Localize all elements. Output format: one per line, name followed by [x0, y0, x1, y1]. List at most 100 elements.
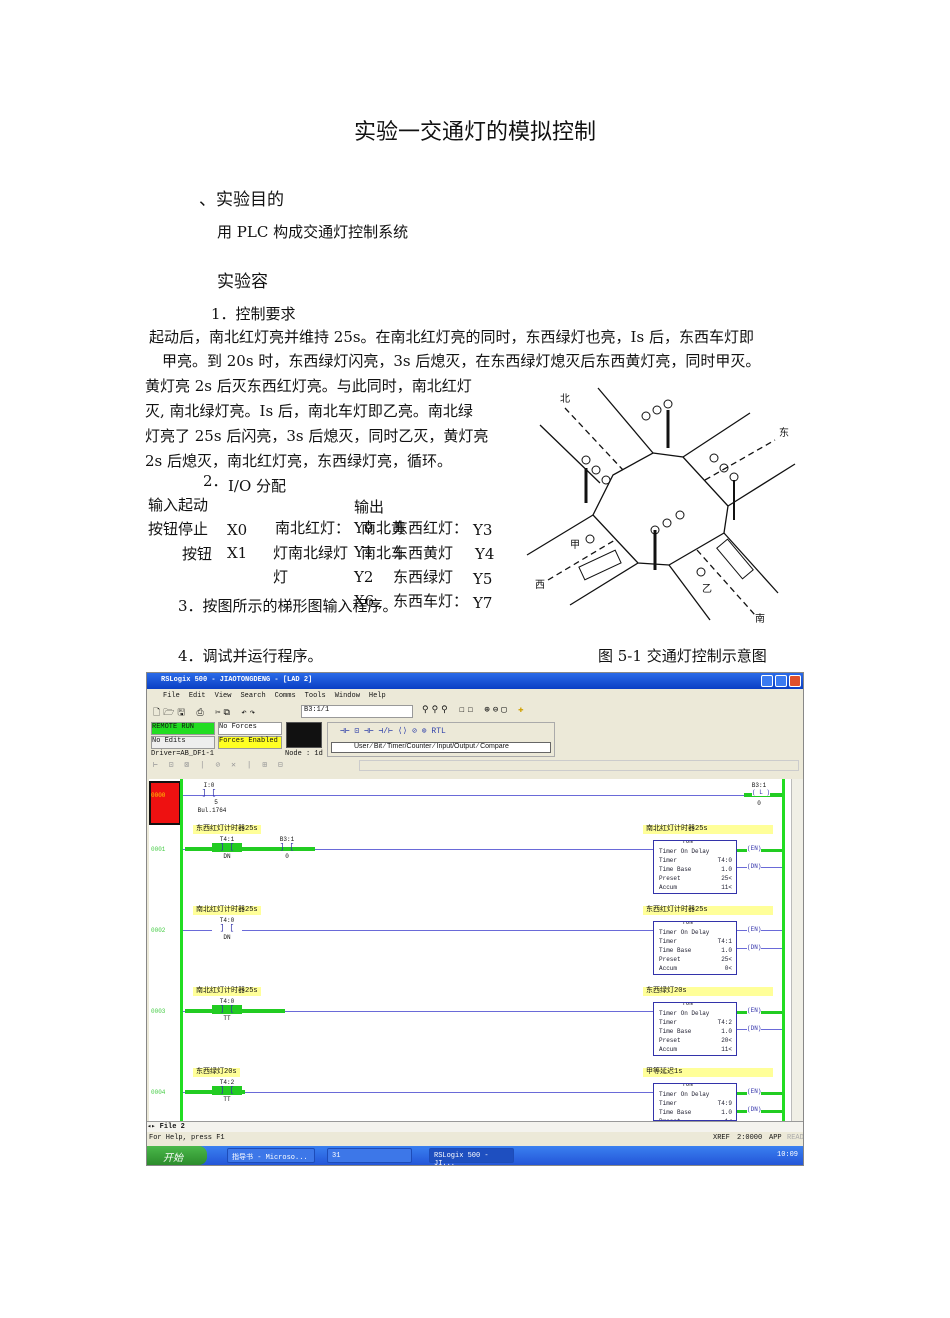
contact-symbol[interactable]: ] [ [212, 924, 242, 933]
ladder-view[interactable]: 0000 I:0 ] [ 5 Bul.1764 B3:1 ( L ) 0 000… [149, 779, 792, 1121]
ton-name: Timer On Delay [659, 1010, 710, 1017]
menu-search[interactable]: Search [240, 692, 265, 700]
ton-base-value: 1.0 [721, 1028, 732, 1035]
mode-indicator[interactable]: REMOTE RUN [151, 722, 215, 735]
io-x0: X0 [227, 521, 248, 539]
menu-tools[interactable]: Tools [305, 692, 326, 700]
start-button[interactable]: 开始 [147, 1146, 207, 1165]
file-tab-bar: ◂▸ File 2 [147, 1121, 803, 1132]
rung-right-comment: 南北红灯计时器25s [643, 825, 773, 834]
ton-base-label: Time Base [659, 947, 692, 954]
en-coil: (EN) [747, 845, 762, 852]
menu-help[interactable]: Help [369, 692, 386, 700]
tab-user[interactable]: User [354, 743, 369, 750]
contact-symbol[interactable]: ] [ [212, 1005, 242, 1014]
taskbar-item-rslogix[interactable]: RSLogix 500 - JI... [429, 1148, 514, 1165]
forces-indicator[interactable]: No Forces [218, 722, 282, 735]
io-o2: 灯南北绿灯 [273, 544, 349, 562]
rung-0000-marker[interactable] [149, 781, 181, 825]
edits-indicator[interactable]: No Edits [151, 736, 215, 749]
dn-coil: (DN) [747, 863, 762, 870]
dn-coil: (DN) [747, 1025, 762, 1032]
tab-timer-counter[interactable]: Timer/Counter [387, 743, 431, 750]
menu-edit[interactable]: Edit [189, 692, 206, 700]
left-power-rail [180, 779, 183, 1121]
coil-bit: 0 [757, 800, 761, 807]
ton-accum-label: Accum [659, 884, 678, 891]
io-e2: 东西黄灯 [393, 544, 454, 562]
menu-view[interactable]: View [215, 692, 232, 700]
instruction-tabs: User ∕ Bit ∕ Timer/Counter ∕ Input/Outpu… [331, 742, 551, 753]
ton-timer-block[interactable]: TON Timer On Delay Timer T4:9 Time Base 1.… [653, 1083, 737, 1121]
item-3: 3．按图所示的梯形图输入程序。 [178, 597, 398, 615]
ton-timer-block[interactable]: TON Timer On Delay Timer T4:1 Time Base 1.… [653, 921, 737, 975]
tab-input-output[interactable]: Input/Output [437, 743, 476, 750]
rung-number: 0001 [151, 846, 166, 853]
contact-symbol[interactable]: ] [ [212, 1086, 242, 1095]
ton-preset-value: 20< [721, 1037, 732, 1044]
item-2-number: 2． [203, 472, 228, 490]
contact-2-symbol[interactable]: ] [ [272, 843, 302, 852]
menu-comms[interactable]: Comms [275, 692, 296, 700]
io-x1: X1 [227, 544, 248, 562]
contact-address: T4:0 [219, 998, 235, 1005]
ton-base-label: Time Base [659, 866, 692, 873]
menu-bar: File Edit View Search Comms Tools Window Help [147, 689, 803, 703]
file-tab[interactable]: File 2 [160, 1123, 185, 1131]
rung-left-comment: 南北红灯计时器25s [193, 906, 261, 915]
coil-address: B3:1 [751, 782, 767, 789]
ton-accum-value: 0< [724, 965, 732, 972]
search-toolbar-icons[interactable]: ⚲⚲⚲ ☐☐ ⊕⊖▢ ✚ [422, 705, 527, 715]
contact-symbol[interactable]: ] [ [212, 843, 242, 852]
toolbar-icons[interactable]: 🗋🗁🖫 ⎙ ✂⧉ ↶↷ [153, 705, 258, 721]
label-south: 南 [755, 612, 765, 625]
ton-timer-label: Timer [659, 1100, 678, 1107]
dn-coil: (DN) [747, 944, 762, 951]
paragraph-line: 起动后，南北红灯亮并维持 25s。在南北红灯亮的同时，东西绿灯也亮，Is 后，东… [149, 328, 754, 346]
menu-file[interactable]: File [163, 692, 180, 700]
ton-header: TON [682, 922, 693, 927]
contact-bit: 5 [214, 799, 218, 806]
menu-window[interactable]: Window [335, 692, 360, 700]
contact-2-bit: 0 [285, 853, 289, 860]
io-input-head: 输入起动 [148, 496, 209, 514]
io-y7: Y7 [473, 594, 493, 612]
ton-preset-label: Preset [659, 1037, 681, 1044]
item-1-heading: 1．控制要求 [211, 305, 296, 323]
edit-toolbar[interactable]: ⊢ ⊡ ⊠ | ⊘ ✕ | ⊞ ⊟ [153, 760, 286, 770]
section-heading-content: 实验容 [217, 272, 268, 292]
close-button[interactable] [789, 675, 801, 687]
latch-coil[interactable]: ( L ) [752, 789, 771, 796]
taskbar-item-folder[interactable]: 31 [327, 1148, 412, 1163]
io-in1: 按钮停止 [148, 520, 209, 538]
rung-wire [183, 795, 782, 796]
rung-comment-field[interactable] [359, 760, 799, 771]
io-y2: Y2 [354, 568, 374, 586]
ton-base-label: Time Base [659, 1028, 692, 1035]
address-input[interactable]: B3:1/1 [301, 705, 413, 718]
ton-header: TON [682, 1084, 693, 1089]
io-o3: 灯 [273, 568, 289, 586]
tab-scroll-arrows[interactable]: ◂▸ [147, 1123, 155, 1131]
contact-address: T4:0 [219, 917, 235, 924]
rung-left-comment: 东西红灯计时器25s [193, 825, 261, 834]
forces-enabled-indicator[interactable]: Forces Enabled [218, 736, 282, 749]
item-4: 4．调试并运行程序。 [178, 647, 323, 665]
maximize-button[interactable] [775, 675, 787, 687]
ton-preset-value: 25< [721, 875, 732, 882]
ton-timer-block[interactable]: TON Timer On Delay Timer T4:0 Time Base 1.… [653, 840, 737, 894]
ton-preset-label: Preset [659, 875, 681, 882]
ton-timer-block[interactable]: TON Timer On Delay Timer T4:2 Time Base 1.… [653, 1002, 737, 1056]
driver-label: Driver=AB_DF1-1 [151, 750, 215, 758]
contact-address: T4:1 [219, 836, 235, 843]
taskbar-item-word[interactable]: 指导书 - Microso... [227, 1148, 315, 1163]
label-east: 东 [779, 426, 789, 439]
vertical-scrollbar[interactable] [791, 779, 803, 1121]
paragraph-line: 灯亮了 25s 后闪亮，3s 后熄灭，同时乙灭，黄灯亮 [145, 427, 489, 445]
ton-base-value: 1.0 [721, 947, 732, 954]
minimize-button[interactable] [761, 675, 773, 687]
contact-symbol[interactable]: ] [ [194, 789, 224, 798]
tab-bit[interactable]: Bit [374, 743, 382, 750]
ton-timer-label: Timer [659, 938, 678, 945]
tab-compare[interactable]: Compare [480, 743, 509, 750]
